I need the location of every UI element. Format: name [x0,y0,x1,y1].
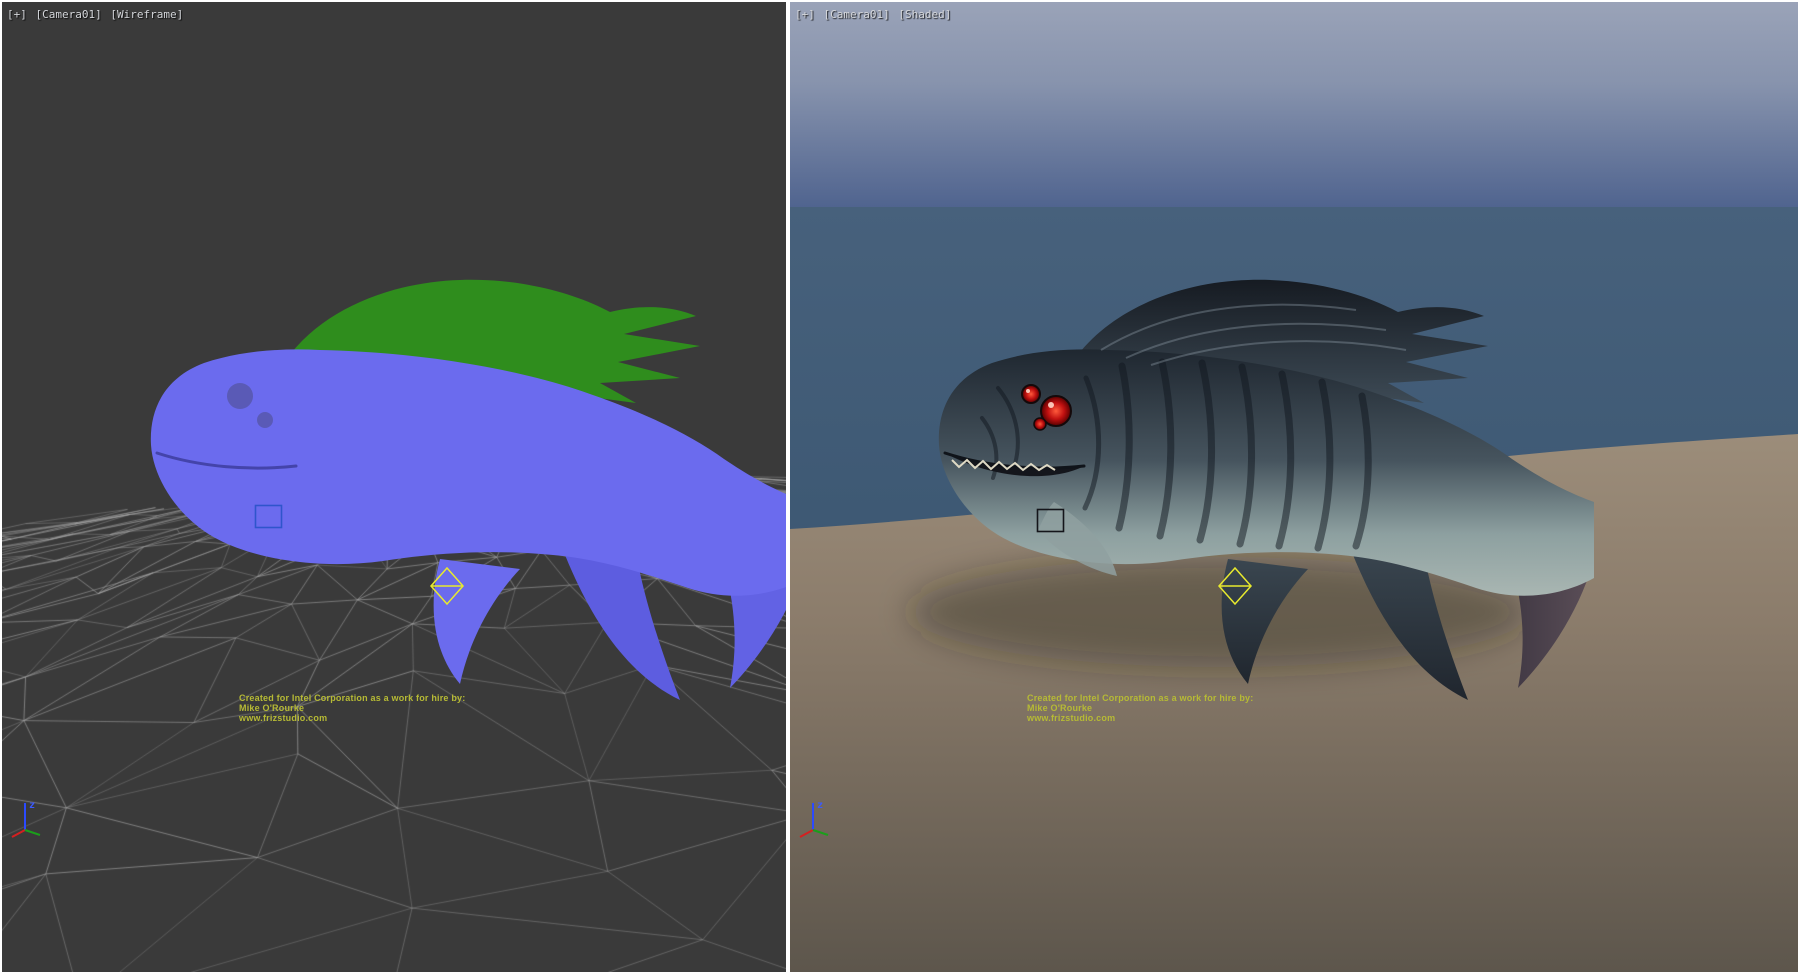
watermark-line-3: www.frizstudio.com [239,713,465,723]
dual-viewport-area: Created for Intel Corporation as a work … [0,0,1800,978]
viewport-shaded[interactable]: Created for Intel Corporation as a work … [790,2,1798,972]
viewport-camera-menu-button[interactable]: [Camera01] [824,8,890,21]
watermark-text: Created for Intel Corporation as a work … [239,693,465,723]
viewport-shading-menu-button[interactable]: [Shaded] [898,8,951,21]
watermark-line-1: Created for Intel Corporation as a work … [239,693,465,703]
watermark-line-2: Mike O'Rourke [239,703,465,713]
watermark-line-1: Created for Intel Corporation as a work … [1027,693,1253,703]
selection-diamond-gizmo[interactable] [429,566,465,606]
axis-z-label: z [817,800,823,811]
axis-z-label: z [29,800,35,811]
viewport-general-menu-button[interactable]: [+] [7,8,27,21]
fish-model-shaded[interactable] [936,270,1596,700]
viewport-shading-menu-button[interactable]: [Wireframe] [110,8,183,21]
dummy-box-gizmo[interactable] [1036,508,1066,534]
viewport-wireframe[interactable]: Created for Intel Corporation as a work … [2,2,786,972]
fish-model-wireframe[interactable] [148,270,786,700]
watermark-line-2: Mike O'Rourke [1027,703,1253,713]
viewport-label: [+] [Camera01] [Wireframe] [7,8,185,21]
viewport-camera-menu-button[interactable]: [Camera01] [36,8,102,21]
dummy-box-gizmo[interactable] [254,504,284,530]
world-axis-tripod: z [796,790,844,842]
watermark-text: Created for Intel Corporation as a work … [1027,693,1253,723]
watermark-line-3: www.frizstudio.com [1027,713,1253,723]
world-axis-tripod: z [8,790,56,842]
viewport-general-menu-button[interactable]: [+] [795,8,815,21]
selection-diamond-gizmo[interactable] [1217,566,1253,606]
viewport-label: [+] [Camera01] [Shaded] [795,8,953,21]
